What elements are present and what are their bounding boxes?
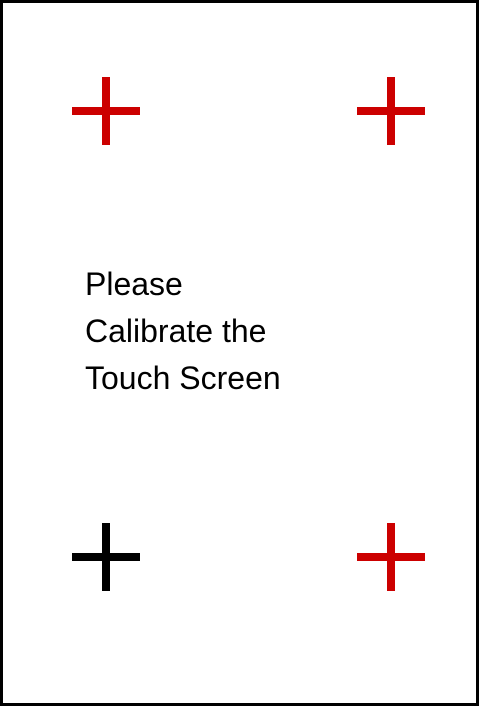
calibration-message: Please Calibrate the Touch Screen	[85, 261, 281, 402]
calibration-target-bottom-left-icon[interactable]	[72, 523, 140, 591]
crosshair-vertical-bar	[387, 523, 395, 591]
crosshair-vertical-bar	[102, 77, 110, 145]
message-line-2: Calibrate the	[85, 313, 267, 349]
calibration-target-bottom-right-icon[interactable]	[357, 523, 425, 591]
calibration-target-top-left-icon[interactable]	[72, 77, 140, 145]
calibration-target-top-right-icon[interactable]	[357, 77, 425, 145]
message-line-3: Touch Screen	[85, 360, 281, 396]
crosshair-vertical-bar	[387, 77, 395, 145]
message-line-1: Please	[85, 266, 183, 302]
crosshair-vertical-bar	[102, 523, 110, 591]
calibration-screen: Please Calibrate the Touch Screen	[0, 0, 479, 706]
